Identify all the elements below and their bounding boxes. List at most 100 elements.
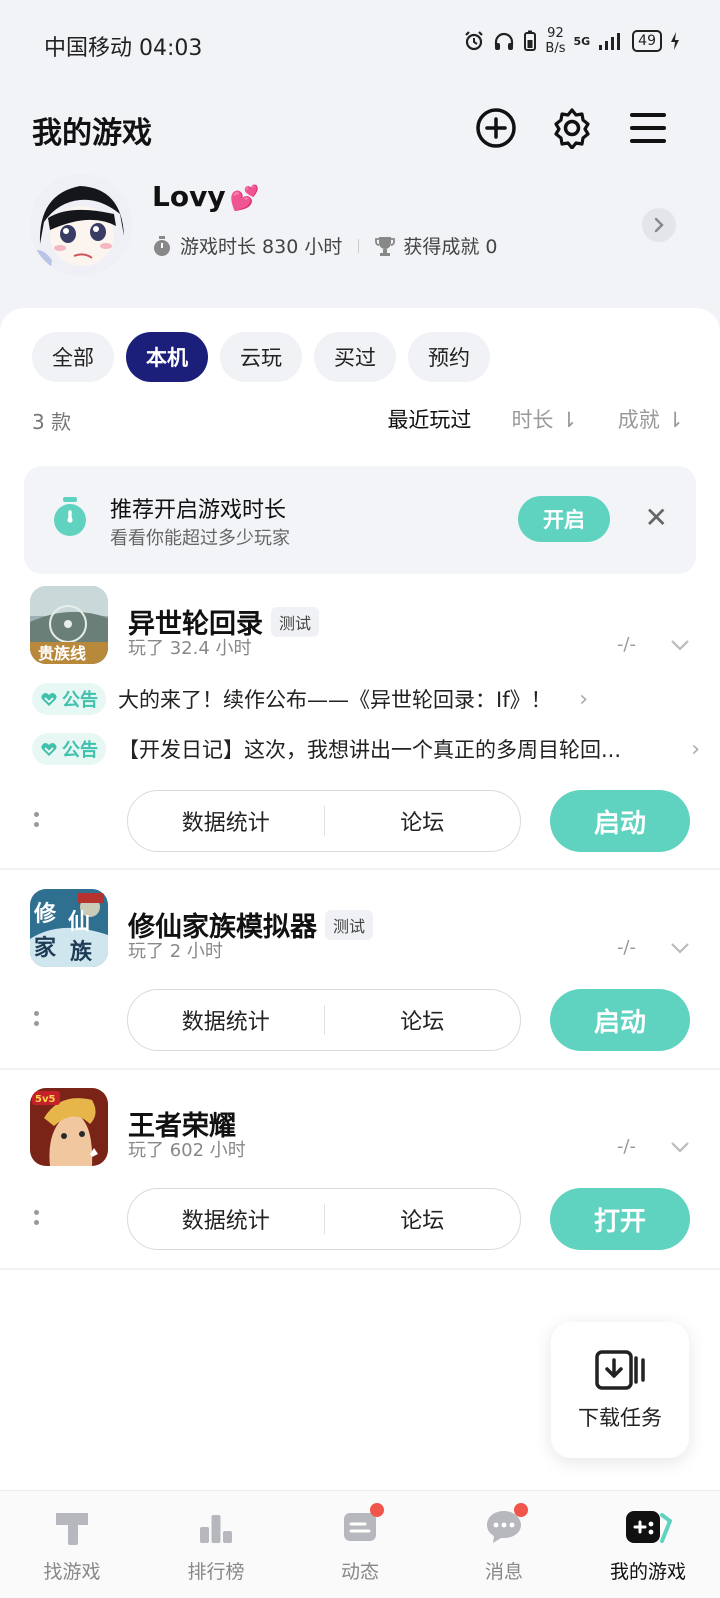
svg-text:家: 家 [34,935,57,961]
sort-achievement[interactable]: 成就 ⇂ [618,404,684,434]
feed-badge-dot [370,1503,384,1517]
signal-icon [599,33,621,50]
gamepad-icon [626,1511,672,1543]
stats-button[interactable]: 数据统计 [128,805,324,837]
heart-badge-icon [41,743,57,756]
add-button[interactable] [474,106,518,150]
svg-text:贵族线: 贵族线 [38,644,86,663]
stats-button[interactable]: 数据统计 [128,1203,324,1235]
signal-label: 5G [573,34,591,48]
enable-playtime-button[interactable]: 开启 [518,496,610,542]
game-cover-wangzhe: 5v5 [30,1088,108,1166]
more-options-icon[interactable] [34,812,40,832]
nav-feed[interactable]: 动态 [288,1491,432,1598]
notice-badge: 公告 [32,683,106,715]
status-icons: 92 B/s 5G 49 [463,26,680,56]
download-icon [595,1350,645,1390]
battery-level: 49 [632,30,662,52]
hammer-icon [56,1513,88,1545]
game-cover-xiuxian: 修 仙 家 族 [30,889,108,967]
settings-button[interactable] [550,106,594,150]
game-actions: 数据统计 论坛 打开 [0,1188,720,1250]
game-actions: 数据统计 论坛 启动 [0,790,720,852]
chip-all[interactable]: 全部 [32,332,114,382]
launch-button[interactable]: 启动 [550,790,690,852]
achievements: 获得成就 0 [403,236,498,258]
tip-title: 推荐开启游戏时长 [110,498,287,523]
hamburger-icon [630,113,666,143]
game-count: 3 款 [32,410,72,434]
more-options-icon[interactable] [34,1210,40,1230]
chevron-down-icon [671,1142,689,1153]
ranking-icon [200,1515,232,1543]
notice-badge: 公告 [32,733,106,765]
download-tasks-label: 下载任务 [578,1406,662,1430]
profile-arrow-button[interactable] [642,208,676,242]
nav-ranking[interactable]: 排行榜 [144,1491,288,1598]
notice-row[interactable]: 公告 大的来了！续作公布——《异世轮回录：If》！ › [32,681,692,717]
headphones-icon [495,32,514,50]
chevron-right-icon: › [691,736,700,762]
notice-row[interactable]: 公告 【开发日记】这次，我想讲出一个真正的多周目轮回... › [32,731,700,767]
game-playtime: 玩了 32.4 小时 [128,638,252,659]
more-options-icon[interactable] [34,1011,40,1031]
expand-button[interactable] [670,632,690,656]
test-tag: 测试 [325,909,374,940]
game-playtime: 玩了 602 小时 [128,1140,246,1161]
nav-my-games[interactable]: 我的游戏 [576,1491,720,1598]
chip-reserved[interactable]: 预约 [408,332,490,382]
play-time: 游戏时长 830 小时 [180,236,343,258]
game-icon[interactable]: 修 仙 家 族 [30,889,108,967]
open-button[interactable]: 打开 [550,1188,690,1250]
test-tag: 测试 [271,606,320,637]
chevron-down-icon [671,640,689,651]
stats-forum-group: 数据统计 论坛 [127,790,521,852]
chip-local[interactable]: 本机 [126,332,208,382]
sort-options: 最近玩过 时长 ⇂ 成就 ⇂ [387,404,684,434]
stats-forum-group: 数据统计 论坛 [127,989,521,1051]
user-stats: 游戏时长 830 小时 获得成就 0 [152,232,498,259]
game-icon[interactable]: 5v5 [30,1088,108,1166]
chevron-right-icon: › [579,686,588,712]
battery-small-icon [524,30,537,51]
nav-find-games[interactable]: 找游戏 [0,1491,144,1598]
game-playtime: 玩了 2 小时 [128,941,223,962]
sort-recent[interactable]: 最近玩过 [387,404,471,434]
sort-duration[interactable]: 时长 ⇂ [511,404,577,434]
charging-icon [671,32,679,50]
message-badge-dot [514,1503,528,1517]
forum-button[interactable]: 论坛 [325,805,521,837]
chip-purchased[interactable]: 买过 [314,332,396,382]
notice-text: 大的来了！续作公布——《异世轮回录：If》！ [118,688,552,712]
game-icon[interactable]: 贵族线 [30,586,108,664]
forum-button[interactable]: 论坛 [325,1203,521,1235]
expand-button[interactable] [670,935,690,959]
main-panel: 全部 本机 云玩 买过 预约 3 款 最近玩过 时长 ⇂ 成就 ⇂ 推荐开启游戏… [0,308,720,1490]
game-actions: 数据统计 论坛 启动 [0,989,720,1051]
avatar-illustration [30,174,132,276]
trophy-icon [375,236,396,256]
status-bar: 中国移动 04:03 92 B/s 5G 49 [0,0,720,90]
menu-button[interactable] [626,106,670,150]
bottom-nav: 找游戏 排行榜 动态 消息 我的游戏 [0,1490,720,1598]
chevron-right-icon [654,217,664,233]
net-speed: 92 B/s [545,26,566,56]
svg-text:族: 族 [70,939,93,965]
forum-button[interactable]: 论坛 [325,1004,521,1036]
tip-card: 推荐开启游戏时长 看看你能超过多少玩家 开启 ✕ [24,466,696,574]
page-title: 我的游戏 [32,116,152,151]
download-tasks-button[interactable]: 下载任务 [551,1322,689,1458]
close-tip-button[interactable]: ✕ [645,504,668,532]
launch-button[interactable]: 启动 [550,989,690,1051]
game-score: -/- [616,1136,636,1157]
stats-button[interactable]: 数据统计 [128,1004,324,1036]
add-circle-icon [476,108,516,148]
tip-subtitle: 看看你能超过多少玩家 [110,528,290,549]
filter-chips: 全部 本机 云玩 买过 预约 [32,332,490,382]
expand-button[interactable] [670,1134,690,1158]
chip-cloud[interactable]: 云玩 [220,332,302,382]
notice-text: 【开发日记】这次，我想讲出一个真正的多周目轮回... [118,738,622,762]
nav-messages[interactable]: 消息 [432,1491,576,1598]
avatar[interactable] [30,174,132,276]
carrier-time: 中国移动 04:03 [44,36,203,61]
